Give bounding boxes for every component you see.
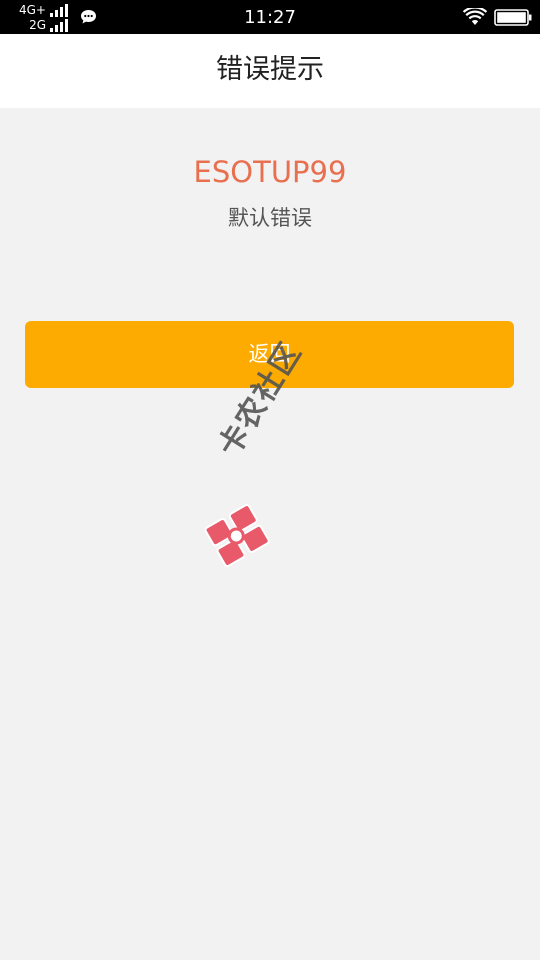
signal-icon-secondary [50,19,68,32]
network-row-primary: 4G+ [19,3,68,17]
status-bar: 4G+ 2G 11:27 [0,0,540,34]
error-code: ESOTUP99 [193,155,347,189]
network-type-primary: 4G+ [19,3,46,17]
page-title: 错误提示 [216,54,324,85]
title-bar: 错误提示 [0,34,540,108]
network-indicator: 4G+ 2G [6,3,68,33]
network-type-secondary: 2G [29,18,46,32]
network-row-secondary: 2G [29,18,68,32]
chat-bubble-icon [81,10,96,24]
wifi-icon [463,8,487,25]
signal-icon [50,4,68,17]
error-message: 默认错误 [228,206,312,230]
battery-icon [494,9,532,26]
